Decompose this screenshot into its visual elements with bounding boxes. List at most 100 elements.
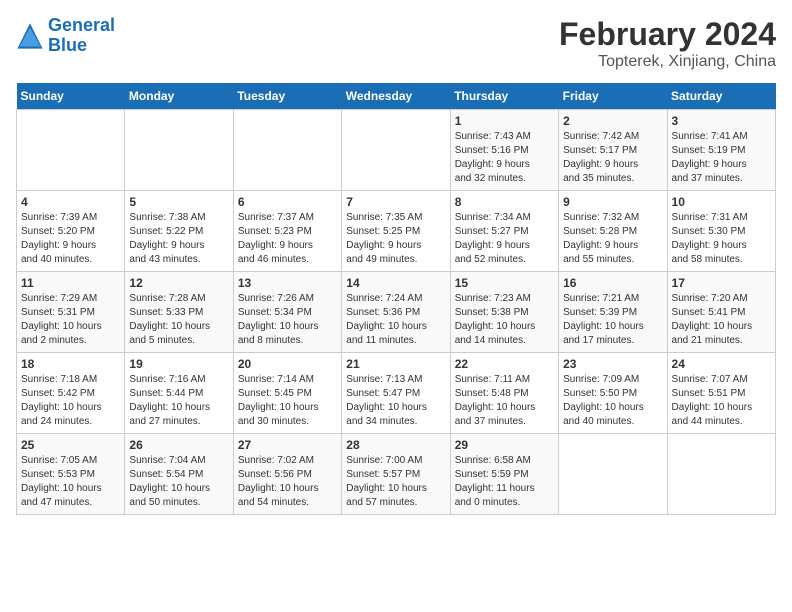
day-info: Sunrise: 7:34 AM Sunset: 5:27 PM Dayligh… [455, 211, 554, 267]
calendar-cell: 10Sunrise: 7:31 AM Sunset: 5:30 PM Dayli… [667, 191, 775, 272]
calendar-cell [342, 110, 450, 191]
day-info: Sunrise: 7:38 AM Sunset: 5:22 PM Dayligh… [129, 211, 228, 267]
day-info: Sunrise: 7:26 AM Sunset: 5:34 PM Dayligh… [238, 292, 337, 348]
day-info: Sunrise: 7:39 AM Sunset: 5:20 PM Dayligh… [21, 211, 120, 267]
weekday-header: Thursday [450, 83, 558, 110]
calendar-cell: 9 Sunrise: 7:32 AM Sunset: 5:28 PM Daylig… [559, 191, 667, 272]
calendar-cell: 21 Sunrise: 7:13 AM Sunset: 5:47 PM Dayli… [342, 353, 450, 434]
calendar-cell: 8 Sunrise: 7:34 AM Sunset: 5:27 PM Daylig… [450, 191, 558, 272]
calendar-title: February 2024 [559, 16, 776, 53]
calendar-cell: 14Sunrise: 7:24 AM Sunset: 5:36 PM Dayli… [342, 272, 450, 353]
day-info: Sunrise: 7:37 AM Sunset: 5:23 PM Dayligh… [238, 211, 337, 267]
day-info: Sunrise: 7:00 AM Sunset: 5:57 PM Dayligh… [346, 454, 445, 510]
day-info: Sunrise: 7:02 AM Sunset: 5:56 PM Dayligh… [238, 454, 337, 510]
calendar-cell [233, 110, 341, 191]
day-number: 6 [238, 195, 337, 209]
calendar-week-row: 25 Sunrise: 7:05 AM Sunset: 5:53 PM Dayli… [17, 434, 776, 515]
calendar-cell [17, 110, 125, 191]
day-number: 26 [129, 438, 228, 452]
weekday-row: SundayMondayTuesdayWednesdayThursdayFrid… [17, 83, 776, 110]
day-number: 22 [455, 357, 554, 371]
logo-icon [16, 22, 44, 50]
calendar-cell: 27 Sunrise: 7:02 AM Sunset: 5:56 PM Dayli… [233, 434, 341, 515]
calendar-cell [125, 110, 233, 191]
day-number: 28 [346, 438, 445, 452]
calendar-table: SundayMondayTuesdayWednesdayThursdayFrid… [16, 83, 776, 515]
day-info: Sunrise: 7:43 AM Sunset: 5:16 PM Dayligh… [455, 130, 554, 186]
calendar-body: 1 Sunrise: 7:43 AM Sunset: 5:16 PM Daylig… [17, 110, 776, 515]
day-number: 17 [672, 276, 771, 290]
weekday-header: Friday [559, 83, 667, 110]
day-number: 9 [563, 195, 662, 209]
weekday-header: Wednesday [342, 83, 450, 110]
calendar-cell: 11Sunrise: 7:29 AM Sunset: 5:31 PM Dayli… [17, 272, 125, 353]
calendar-cell: 24Sunrise: 7:07 AM Sunset: 5:51 PM Dayli… [667, 353, 775, 434]
day-number: 3 [672, 114, 771, 128]
calendar-cell: 20 Sunrise: 7:14 AM Sunset: 5:45 PM Dayli… [233, 353, 341, 434]
day-number: 1 [455, 114, 554, 128]
day-info: Sunrise: 7:13 AM Sunset: 5:47 PM Dayligh… [346, 373, 445, 429]
calendar-cell: 19Sunrise: 7:16 AM Sunset: 5:44 PM Dayli… [125, 353, 233, 434]
logo: General Blue [16, 16, 115, 56]
day-number: 15 [455, 276, 554, 290]
title-block: February 2024 Topterek, Xinjiang, China [559, 16, 776, 71]
day-number: 20 [238, 357, 337, 371]
day-info: Sunrise: 7:14 AM Sunset: 5:45 PM Dayligh… [238, 373, 337, 429]
day-info: Sunrise: 7:35 AM Sunset: 5:25 PM Dayligh… [346, 211, 445, 267]
logo-general: General [48, 15, 115, 35]
calendar-cell: 26 Sunrise: 7:04 AM Sunset: 5:54 PM Dayli… [125, 434, 233, 515]
calendar-cell: 6 Sunrise: 7:37 AM Sunset: 5:23 PM Daylig… [233, 191, 341, 272]
day-number: 8 [455, 195, 554, 209]
day-number: 29 [455, 438, 554, 452]
day-info: Sunrise: 6:58 AM Sunset: 5:59 PM Dayligh… [455, 454, 554, 510]
calendar-cell: 22 Sunrise: 7:11 AM Sunset: 5:48 PM Dayli… [450, 353, 558, 434]
day-number: 21 [346, 357, 445, 371]
calendar-cell: 29 Sunrise: 6:58 AM Sunset: 5:59 PM Dayli… [450, 434, 558, 515]
calendar-cell [667, 434, 775, 515]
calendar-cell: 17 Sunrise: 7:20 AM Sunset: 5:41 PM Dayli… [667, 272, 775, 353]
calendar-cell: 28 Sunrise: 7:00 AM Sunset: 5:57 PM Dayli… [342, 434, 450, 515]
day-number: 25 [21, 438, 120, 452]
calendar-cell: 23 Sunrise: 7:09 AM Sunset: 5:50 PM Dayli… [559, 353, 667, 434]
day-info: Sunrise: 7:29 AM Sunset: 5:31 PM Dayligh… [21, 292, 120, 348]
calendar-cell: 2Sunrise: 7:42 AM Sunset: 5:17 PM Daylig… [559, 110, 667, 191]
day-info: Sunrise: 7:09 AM Sunset: 5:50 PM Dayligh… [563, 373, 662, 429]
day-info: Sunrise: 7:23 AM Sunset: 5:38 PM Dayligh… [455, 292, 554, 348]
calendar-week-row: 1 Sunrise: 7:43 AM Sunset: 5:16 PM Daylig… [17, 110, 776, 191]
day-info: Sunrise: 7:18 AM Sunset: 5:42 PM Dayligh… [21, 373, 120, 429]
logo-blue: Blue [48, 35, 87, 55]
weekday-header: Monday [125, 83, 233, 110]
day-info: Sunrise: 7:24 AM Sunset: 5:36 PM Dayligh… [346, 292, 445, 348]
calendar-cell: 1 Sunrise: 7:43 AM Sunset: 5:16 PM Daylig… [450, 110, 558, 191]
day-number: 5 [129, 195, 228, 209]
day-info: Sunrise: 7:05 AM Sunset: 5:53 PM Dayligh… [21, 454, 120, 510]
calendar-cell: 12Sunrise: 7:28 AM Sunset: 5:33 PM Dayli… [125, 272, 233, 353]
day-info: Sunrise: 7:11 AM Sunset: 5:48 PM Dayligh… [455, 373, 554, 429]
calendar-subtitle: Topterek, Xinjiang, China [559, 53, 776, 71]
calendar-header: SundayMondayTuesdayWednesdayThursdayFrid… [17, 83, 776, 110]
calendar-cell: 18Sunrise: 7:18 AM Sunset: 5:42 PM Dayli… [17, 353, 125, 434]
day-info: Sunrise: 7:32 AM Sunset: 5:28 PM Dayligh… [563, 211, 662, 267]
calendar-cell: 15 Sunrise: 7:23 AM Sunset: 5:38 PM Dayli… [450, 272, 558, 353]
page-header: General Blue February 2024 Topterek, Xin… [16, 16, 776, 71]
day-number: 7 [346, 195, 445, 209]
day-number: 16 [563, 276, 662, 290]
calendar-cell: 13 Sunrise: 7:26 AM Sunset: 5:34 PM Dayli… [233, 272, 341, 353]
day-info: Sunrise: 7:04 AM Sunset: 5:54 PM Dayligh… [129, 454, 228, 510]
calendar-week-row: 18Sunrise: 7:18 AM Sunset: 5:42 PM Dayli… [17, 353, 776, 434]
day-info: Sunrise: 7:42 AM Sunset: 5:17 PM Dayligh… [563, 130, 662, 186]
day-number: 27 [238, 438, 337, 452]
weekday-header: Sunday [17, 83, 125, 110]
weekday-header: Saturday [667, 83, 775, 110]
day-number: 23 [563, 357, 662, 371]
day-info: Sunrise: 7:41 AM Sunset: 5:19 PM Dayligh… [672, 130, 771, 186]
calendar-cell: 4Sunrise: 7:39 AM Sunset: 5:20 PM Daylig… [17, 191, 125, 272]
day-info: Sunrise: 7:21 AM Sunset: 5:39 PM Dayligh… [563, 292, 662, 348]
day-info: Sunrise: 7:28 AM Sunset: 5:33 PM Dayligh… [129, 292, 228, 348]
day-info: Sunrise: 7:16 AM Sunset: 5:44 PM Dayligh… [129, 373, 228, 429]
day-number: 13 [238, 276, 337, 290]
day-info: Sunrise: 7:31 AM Sunset: 5:30 PM Dayligh… [672, 211, 771, 267]
calendar-cell: 16 Sunrise: 7:21 AM Sunset: 5:39 PM Dayli… [559, 272, 667, 353]
weekday-header: Tuesday [233, 83, 341, 110]
day-info: Sunrise: 7:20 AM Sunset: 5:41 PM Dayligh… [672, 292, 771, 348]
